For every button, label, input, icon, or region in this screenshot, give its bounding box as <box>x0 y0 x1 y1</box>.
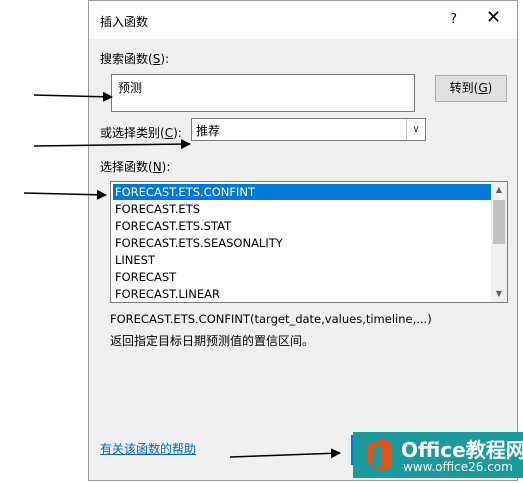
arrow-to-search-input <box>33 91 113 102</box>
arrow-to-first-function <box>23 189 107 200</box>
arrow-to-category-select <box>33 139 191 150</box>
watermark-brand: Office教程网 <box>401 438 523 462</box>
arrow-to-ok-button <box>229 448 341 459</box>
watermark-logo: Office教程网 www.office26.com <box>353 432 523 478</box>
office-logo-icon <box>367 439 391 471</box>
annotation-arrows <box>23 91 341 459</box>
watermark-url: www.office26.com <box>403 460 513 474</box>
